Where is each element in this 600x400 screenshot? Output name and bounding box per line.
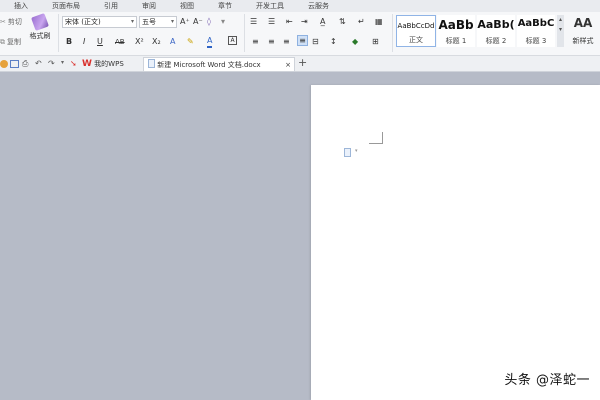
quick-access-icon[interactable] <box>0 60 8 68</box>
highlight-icon[interactable]: ✎ <box>187 36 194 48</box>
font-size-value: 五号 <box>142 18 156 26</box>
numbered-list-icon[interactable]: ☰ <box>268 16 275 28</box>
style-sample: AaBb( <box>477 18 515 31</box>
decrease-indent-icon[interactable]: ⇤ <box>286 16 293 28</box>
divider <box>244 14 245 52</box>
text-direction-icon[interactable]: A̲ <box>320 16 325 28</box>
copy-icon: ⧉ <box>0 37 5 46</box>
copy-button[interactable]: ⧉ 复制 <box>0 37 21 47</box>
menu-developer[interactable]: 开发工具 <box>256 1 284 11</box>
preview-icon[interactable]: ⎙ <box>22 59 28 69</box>
chevron-down-icon: ▾ <box>130 18 134 25</box>
line-spacing-icon[interactable]: ↕ <box>330 36 337 48</box>
menu-view[interactable]: 视图 <box>180 1 194 11</box>
undo-icon[interactable]: ↶ <box>35 59 42 68</box>
tab-label: 新建 Microsoft Word 文档.docx <box>157 61 261 69</box>
new-style-icon: AA <box>573 16 593 30</box>
menu-references[interactable]: 引用 <box>104 1 118 11</box>
italic-button[interactable]: I <box>83 36 85 48</box>
font-color-button[interactable]: A <box>207 36 213 48</box>
add-tab-button[interactable]: + <box>298 56 307 69</box>
document-tab-bar: ⎙ ↶ ↷ ▾ ➘ W 我的WPS 新建 Microsoft Word 文档.d… <box>0 56 600 72</box>
phonetic-guide-icon[interactable]: ▾ <box>221 16 225 28</box>
document-icon[interactable] <box>344 148 351 157</box>
superscript-button[interactable]: X² <box>135 36 144 48</box>
tab-my-wps[interactable]: W 我的WPS <box>82 57 124 71</box>
tab-document[interactable]: 新建 Microsoft Word 文档.docx × <box>143 57 295 71</box>
subscript-button[interactable]: X₂ <box>152 36 161 48</box>
document-page[interactable]: ▾ <box>311 85 600 400</box>
format-painter-button[interactable]: 格式刷 <box>24 13 56 41</box>
underline-button[interactable]: U <box>97 36 103 48</box>
char-border-icon[interactable]: A <box>228 36 237 45</box>
scissors-icon: ✂ <box>0 18 6 26</box>
clear-format-icon[interactable]: ◊ <box>207 16 211 28</box>
sort-icon[interactable]: ⇅ <box>339 16 346 28</box>
style-caption: 标题 2 <box>485 37 507 45</box>
print-icon[interactable] <box>10 60 19 68</box>
cut-label: 剪切 <box>7 18 22 26</box>
align-left-icon[interactable]: ≡ <box>252 36 259 48</box>
bold-button[interactable]: B <box>66 36 72 48</box>
menu-section[interactable]: 章节 <box>218 1 232 11</box>
align-justify-icon[interactable]: ≡ <box>297 35 308 46</box>
chevron-down-icon: ▾ <box>558 26 562 33</box>
chevron-down-icon: ▾ <box>170 18 174 25</box>
style-sample: AaBbCcDd <box>397 22 435 30</box>
style-caption: 标题 3 <box>525 37 547 45</box>
bullet-list-icon[interactable]: ☰ <box>250 16 257 28</box>
chevron-up-icon: ▴ <box>558 16 562 23</box>
brush-icon <box>31 13 49 31</box>
show-marks-icon[interactable]: ↵ <box>358 16 365 28</box>
ribbon-toolbar: ✂ 剪切 ⧉ 复制 格式刷 宋体 (正文) ▾ 五号 ▾ A⁺ A⁻ ◊ ▾ B… <box>0 12 600 56</box>
grow-font-button[interactable]: A⁺ <box>180 16 190 28</box>
chevron-down-icon: ▾ <box>355 148 358 154</box>
border-icon[interactable]: ⊞ <box>372 36 379 48</box>
style-caption: 标题 1 <box>445 37 467 45</box>
style-heading-2[interactable]: AaBb( 标题 2 <box>477 15 515 47</box>
chevron-down-icon[interactable]: ▾ <box>61 59 64 66</box>
font-family-select[interactable]: 宋体 (正文) ▾ <box>62 16 137 28</box>
menu-insert[interactable]: 插入 <box>14 1 28 11</box>
shrink-font-button[interactable]: A⁻ <box>193 16 203 28</box>
divider <box>392 14 393 52</box>
text-effect-icon[interactable]: A <box>170 36 175 48</box>
close-icon[interactable]: × <box>285 58 291 72</box>
styles-scroll[interactable]: ▴ ▾ <box>557 15 564 47</box>
font-size-select[interactable]: 五号 ▾ <box>139 16 177 28</box>
document-icon <box>148 59 155 68</box>
watermark-text: 头条 @泽蛇一 <box>504 373 590 388</box>
redo-icon[interactable]: ↷ <box>48 59 55 68</box>
menu-page-layout[interactable]: 页面布局 <box>52 1 80 11</box>
style-caption: 正文 <box>409 36 423 44</box>
style-heading-1[interactable]: AaBb 标题 1 <box>437 15 475 47</box>
tab-label: 我的WPS <box>94 60 124 68</box>
new-style-button[interactable]: AA 新样式 <box>568 16 598 46</box>
new-style-label: 新样式 <box>572 37 594 45</box>
style-normal[interactable]: AaBbCcDd 正文 <box>396 15 436 47</box>
table-grid-icon[interactable]: ▦ <box>375 16 383 28</box>
copy-label: 复制 <box>7 38 21 46</box>
divider <box>58 14 59 52</box>
distributed-icon[interactable]: ⊟ <box>312 36 319 48</box>
wps-logo-icon: W <box>82 59 92 69</box>
increase-indent-icon[interactable]: ⇥ <box>301 16 308 28</box>
arrow-icon[interactable]: ➘ <box>70 59 77 68</box>
style-heading-3[interactable]: AaBbC 标题 3 <box>517 15 555 47</box>
menu-cloud[interactable]: 云服务 <box>308 1 329 11</box>
style-sample: AaBbC <box>517 18 555 29</box>
shading-icon[interactable]: ◆ <box>352 36 358 48</box>
style-sample: AaBb <box>438 18 474 32</box>
menu-review[interactable]: 审阅 <box>142 1 156 11</box>
align-center-icon[interactable]: ≡ <box>268 36 275 48</box>
format-painter-label: 格式刷 <box>29 32 51 40</box>
strikethrough-button[interactable]: AB <box>115 36 125 48</box>
align-right-icon[interactable]: ≡ <box>283 36 290 48</box>
margin-corner-mark <box>369 132 383 144</box>
menu-bar: 插入 页面布局 引用 审阅 视图 章节 开发工具 云服务 <box>0 0 600 12</box>
font-family-value: 宋体 (正文) <box>65 18 101 26</box>
cut-button[interactable]: ✂ 剪切 <box>0 17 22 27</box>
